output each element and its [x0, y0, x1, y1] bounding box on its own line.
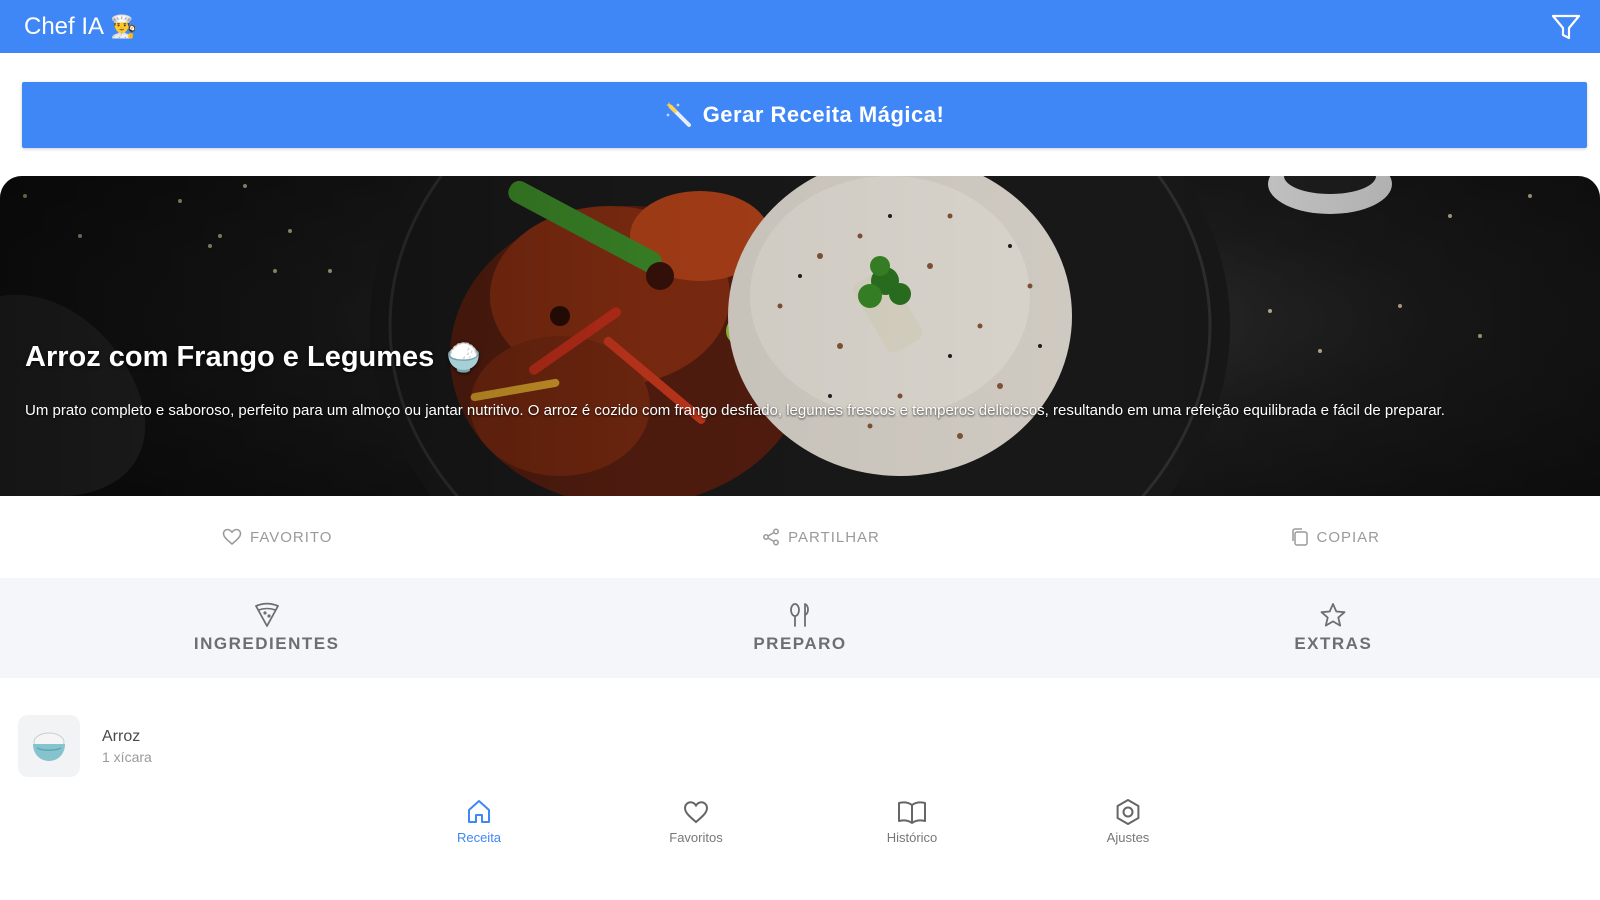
recipe-actions: FAVORITO PARTILHAR COPIAR [0, 498, 1600, 576]
home-icon [468, 800, 490, 823]
nav-label-ajustes: Ajustes [1106, 830, 1150, 845]
tab-extras[interactable]: EXTRAS [1067, 578, 1600, 678]
heart-icon [683, 801, 709, 824]
rice-bowl-icon [18, 715, 80, 777]
chef-tools-icon [790, 603, 809, 627]
book-icon [898, 801, 926, 824]
nav-label-favoritos: Favoritos [669, 830, 723, 845]
favorite-label: FAVORITO [250, 528, 333, 546]
app-title: Chef IA 👨‍🍳 [24, 13, 137, 41]
filter-icon [1551, 14, 1581, 39]
nav-item-favoritos[interactable]: Favoritos [636, 798, 756, 845]
ingredient-quantity: 1 xícara [102, 748, 152, 765]
filter-button[interactable] [1548, 9, 1584, 45]
bottom-navigation: Receita Favoritos Histórico Ajustes [0, 790, 1600, 860]
recipe-title: Arroz com Frango e Legumes 🍚 [25, 341, 481, 374]
hero-overlay [0, 176, 1600, 496]
chef-emoji-icon: 👨‍🍳 [110, 13, 138, 39]
recipe-title-text: Arroz com Frango e Legumes [25, 341, 435, 373]
list-item: Arroz 1 xícara [18, 710, 368, 782]
copy-icon [1291, 528, 1308, 546]
rice-emoji-icon: 🍚 [446, 342, 482, 373]
nav-item-ajustes[interactable]: Ajustes [1068, 798, 1188, 845]
app-title-text: Chef IA [24, 12, 105, 40]
generate-recipe-label: Gerar Receita Mágica! [702, 102, 945, 127]
ingredient-name: Arroz [102, 727, 141, 745]
tab-extras-label: EXTRAS [1294, 634, 1373, 653]
recipe-tabs: INGREDIENTES PREPARO EXTRAS [0, 578, 1600, 678]
settings-icon [1116, 799, 1140, 825]
nav-label-historico: Histórico [886, 830, 938, 845]
copy-button[interactable]: COPIAR [1007, 527, 1600, 547]
favorite-button[interactable]: FAVORITO [0, 528, 595, 546]
ingredient-text: Arroz 1 xícara [102, 728, 152, 765]
copy-label: COPIAR [1316, 528, 1381, 546]
pizza-slice-icon [254, 602, 279, 627]
top-app-bar: Chef IA 👨‍🍳 [0, 0, 1600, 53]
generate-recipe-button[interactable]: Gerar Receita Mágica! [22, 82, 1587, 148]
share-label: PARTILHAR [788, 528, 880, 546]
share-button[interactable]: PARTILHAR [595, 528, 1008, 546]
nav-item-receita[interactable]: Receita [419, 798, 539, 845]
recipe-description: Um prato completo e saboroso, perfeito p… [25, 402, 1445, 419]
share-icon [763, 528, 780, 546]
tab-preparation-label: PREPARO [753, 634, 847, 653]
nav-label-receita: Receita [456, 830, 502, 845]
nav-item-historico[interactable]: Histórico [852, 798, 972, 845]
star-outline-icon [1320, 603, 1346, 627]
tab-ingredients-label: INGREDIENTES [193, 634, 340, 653]
magic-wand-icon [665, 102, 691, 127]
tab-ingredients[interactable]: INGREDIENTES [0, 578, 533, 678]
tab-preparation[interactable]: PREPARO [533, 578, 1066, 678]
heart-outline-icon [222, 528, 242, 546]
recipe-hero-card: Arroz com Frango e Legumes 🍚 Um prato co… [0, 176, 1600, 496]
